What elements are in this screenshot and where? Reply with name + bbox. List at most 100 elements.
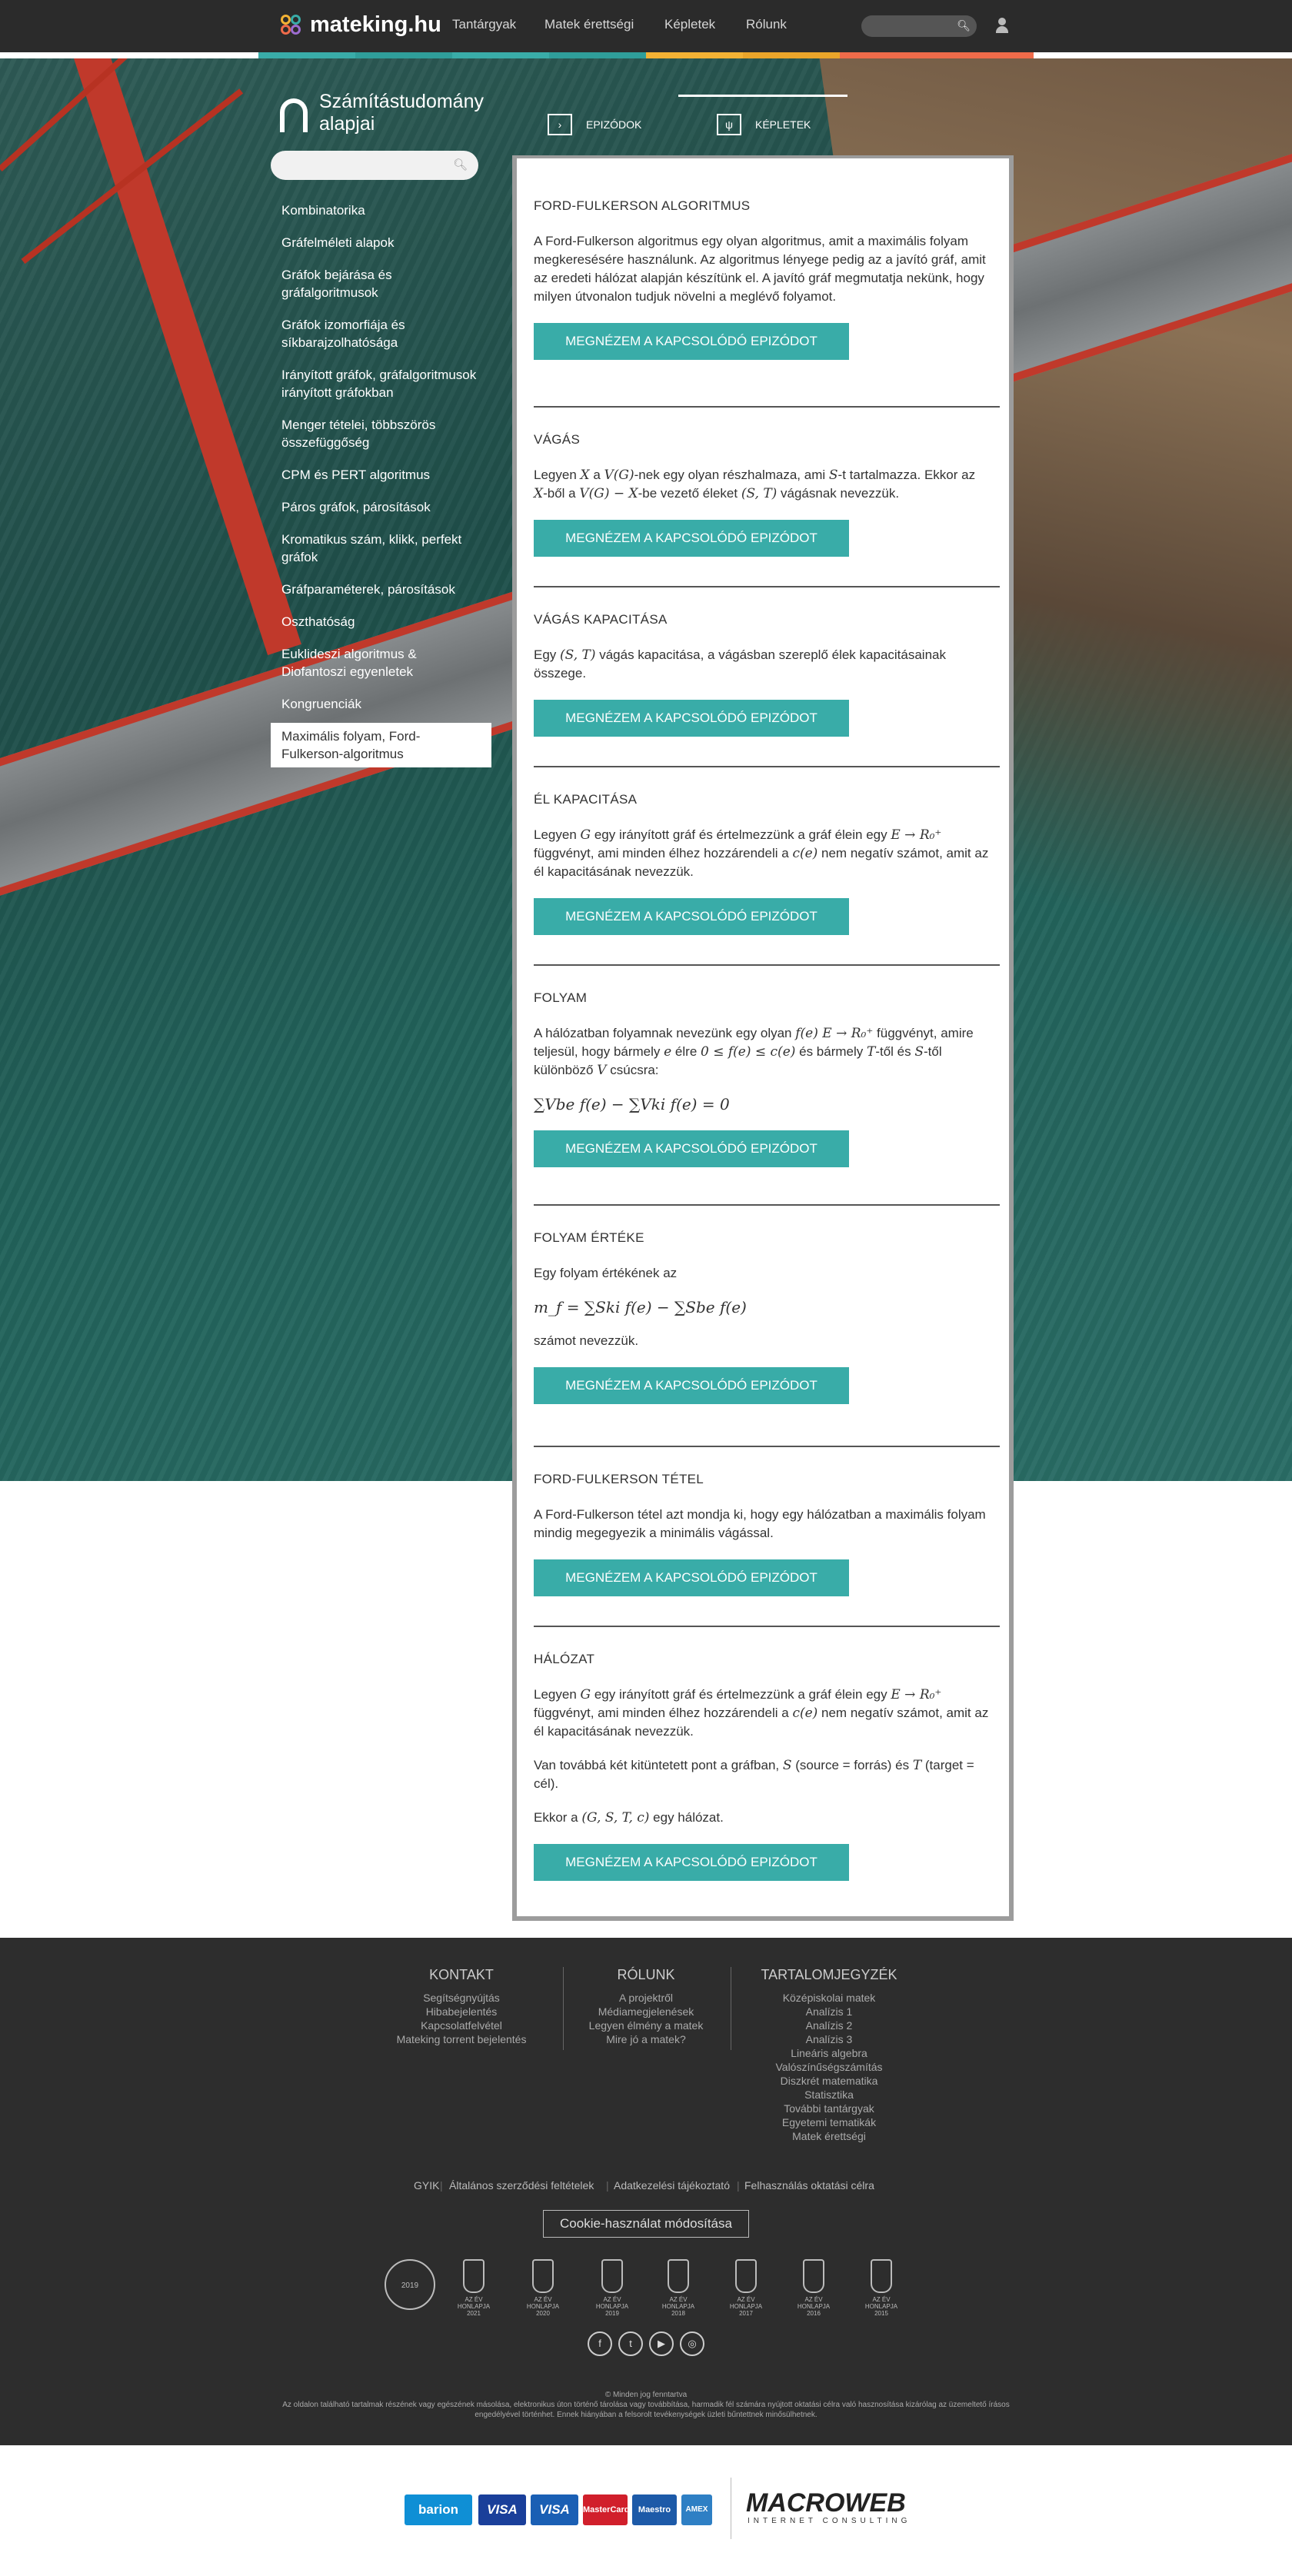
sidebar-menu: Kombinatorika Gráfelméleti alapok Gráfok…	[271, 197, 491, 773]
search-icon[interactable]: 🔍︎	[957, 19, 971, 32]
watch-episode-button[interactable]: MEGNÉZEM A KAPCSOLÓDÓ EPIZÓDOT	[534, 1367, 849, 1404]
visa-electron-logo: VISA	[531, 2494, 578, 2525]
tab-formulas[interactable]: ψ KÉPLETEK	[717, 114, 811, 135]
section-title: FORD-FULKERSON TÉTEL	[534, 1472, 704, 1486]
twitter-icon[interactable]: t	[618, 2331, 643, 2356]
footer-link[interactable]: Analízis 1	[738, 2005, 920, 2019]
sidebar-item-kromatikus-szam[interactable]: Kromatikus szám, klikk, perfekt gráfok	[271, 526, 491, 571]
color-stripe	[355, 52, 452, 58]
section-title: VÁGÁS KAPACITÁSA	[534, 612, 668, 627]
footer-link[interactable]: Segítségnyújtás	[361, 1991, 561, 2005]
tab-episodes[interactable]: › EPIZÓDOK	[548, 114, 641, 135]
watch-episode-button[interactable]: MEGNÉZEM A KAPCSOLÓDÓ EPIZÓDOT	[534, 1844, 849, 1881]
nav-kepletek[interactable]: Képletek	[664, 17, 715, 32]
footer-link[interactable]: Analízis 3	[738, 2032, 920, 2046]
sidebar-item-maximalis-folyam[interactable]: Maximális folyam, Ford-Fulkerson-algorit…	[271, 723, 491, 767]
watch-episode-button[interactable]: MEGNÉZEM A KAPCSOLÓDÓ EPIZÓDOT	[534, 1559, 849, 1596]
footer-link[interactable]: Médiamegjelenések	[569, 2005, 723, 2019]
active-tab-indicator	[678, 95, 847, 97]
sidebar-search-input[interactable]: 🔍︎	[271, 151, 478, 180]
color-stripe	[743, 52, 840, 58]
section-title: ÉL KAPACITÁSA	[534, 792, 638, 807]
sidebar-item-paros-grafok[interactable]: Páros gráfok, párosítások	[271, 494, 491, 521]
footer-link[interactable]: A projektről	[569, 1991, 723, 2005]
sidebar-item-kombinatorika[interactable]: Kombinatorika	[271, 197, 491, 224]
footer-separator	[563, 1967, 564, 2050]
sidebar-item-iranyitott-grafok[interactable]: Irányított gráfok, gráfalgoritmusok irán…	[271, 361, 491, 406]
formula-section: ÉL KAPACITÁSA Legyen G egy irányított gr…	[534, 792, 992, 935]
sidebar-item-grafok-izomorfiaja[interactable]: Gráfok izomorfiája és síkbarajzolhatóság…	[271, 311, 491, 356]
sidebar-item-oszthatosag[interactable]: Oszthatóság	[271, 608, 491, 635]
footer-link[interactable]: Hibabejelentés	[361, 2005, 561, 2019]
footer-link[interactable]: Egyetemi tematikák	[738, 2115, 920, 2129]
formulas-panel: FORD-FULKERSON ALGORITMUS A Ford-Fulkers…	[512, 155, 1014, 1921]
footer-legal-link-adatkezeles[interactable]: Adatkezelési tájékoztató	[614, 2179, 730, 2192]
sidebar-item-grafparameterek[interactable]: Gráfparaméterek, párosítások	[271, 576, 491, 603]
formula-section: HÁLÓZAT Legyen G egy irányított gráf és …	[534, 1652, 992, 1881]
section-title: HÁLÓZAT	[534, 1652, 595, 1666]
sidebar-item-euklideszi[interactable]: Euklideszi algoritmus & Diofantoszi egye…	[271, 641, 491, 685]
facebook-icon[interactable]: f	[588, 2331, 612, 2356]
top-navigation-bar: mateking.hu Tantárgyak Matek érettségi K…	[0, 0, 1292, 52]
sidebar-item-cpm-pert[interactable]: CPM és PERT algoritmus	[271, 461, 491, 488]
formula-section: FOLYAM A hálózatban folyamnak nevezünk e…	[534, 990, 992, 1167]
maestro-logo: Maestro	[632, 2494, 677, 2525]
section-text: számot nevezzük.	[534, 1333, 639, 1348]
section-text: Egy folyam értékének az	[534, 1266, 678, 1280]
amex-logo: AMEX	[681, 2494, 712, 2525]
instagram-icon[interactable]: ◎	[680, 2331, 704, 2356]
watch-episode-button[interactable]: MEGNÉZEM A KAPCSOLÓDÓ EPIZÓDOT	[534, 520, 849, 557]
footer-legal-separator: |	[606, 2179, 609, 2192]
psi-icon: ψ	[717, 114, 741, 135]
footer-link[interactable]: Mire jó a matek?	[569, 2032, 723, 2046]
section-title: FOLYAM	[534, 990, 588, 1005]
macroweb-subtitle: INTERNET CONSULTING	[748, 2517, 911, 2525]
section-text: Legyen G egy irányított gráf és értelmez…	[534, 827, 989, 879]
footer-link[interactable]: Legyen élmény a matek	[569, 2019, 723, 2032]
footer-legal-separator: |	[440, 2179, 443, 2192]
section-text: Van továbbá két kitüntetett pont a gráfb…	[534, 1758, 974, 1791]
footer-link[interactable]: Lineáris algebra	[738, 2046, 920, 2060]
footer-link[interactable]: Diszkrét matematika	[738, 2074, 920, 2088]
search-icon[interactable]: 🔍︎	[453, 158, 468, 171]
footer-legal-link-felhasznalas[interactable]: Felhasználás oktatási célra	[744, 2179, 874, 2192]
footer-link[interactable]: Középiskolai matek	[738, 1991, 920, 2005]
sidebar-item-grafok-bejarasa[interactable]: Gráfok bejárása és gráfalgoritmusok	[271, 261, 491, 306]
watch-episode-button[interactable]: MEGNÉZEM A KAPCSOLÓDÓ EPIZÓDOT	[534, 323, 849, 360]
nav-rolunk[interactable]: Rólunk	[746, 17, 787, 32]
header-search-input[interactable]: 🔍︎	[861, 15, 977, 37]
section-title: FOLYAM ÉRTÉKE	[534, 1230, 644, 1245]
section-text: Ekkor a (G, S, T, c) egy hálózat.	[534, 1810, 724, 1825]
subject-title: Számítástudomány alapjai	[319, 91, 484, 135]
footer-link[interactable]: Mateking torrent bejelentés	[361, 2032, 561, 2046]
watch-episode-button[interactable]: MEGNÉZEM A KAPCSOLÓDÓ EPIZÓDOT	[534, 1130, 849, 1167]
watch-episode-button[interactable]: MEGNÉZEM A KAPCSOLÓDÓ EPIZÓDOT	[534, 898, 849, 935]
footer-link[interactable]: Statisztika	[738, 2088, 920, 2102]
footer-link[interactable]: Kapcsolatfelvétel	[361, 2019, 561, 2032]
divider	[534, 964, 1000, 966]
footer-link[interactable]: Matek érettségi	[738, 2129, 920, 2143]
footer-link[interactable]: Valószínűségszámítás	[738, 2060, 920, 2074]
divider	[534, 1446, 1000, 1447]
cookie-settings-button[interactable]: Cookie-használat módosítása	[543, 2210, 749, 2238]
footer-legal-link-aszf[interactable]: Általános szerződési feltételek	[449, 2179, 594, 2192]
watch-episode-button[interactable]: MEGNÉZEM A KAPCSOLÓDÓ EPIZÓDOT	[534, 700, 849, 737]
footer-link[interactable]: További tantárgyak	[738, 2102, 920, 2115]
color-stripe	[646, 52, 743, 58]
divider	[534, 586, 1000, 587]
nav-matek-erettsegi[interactable]: Matek érettségi	[544, 17, 634, 32]
site-logo[interactable]: mateking.hu	[281, 12, 441, 38]
youtube-icon[interactable]: ▶	[649, 2331, 674, 2356]
footer-link[interactable]: Analízis 2	[738, 2019, 920, 2032]
user-account-icon[interactable]	[995, 15, 1009, 35]
section-text: Legyen G egy irányított gráf és értelmez…	[534, 1687, 989, 1739]
sidebar-item-menger-tetelei[interactable]: Menger tételei, többszörös összefüggőség	[271, 411, 491, 456]
disclaimer-text: engedélyével történhet. Ennek hiányában …	[475, 2411, 817, 2419]
sidebar-item-grafelmeleti-alapok[interactable]: Gráfelméleti alapok	[271, 229, 491, 256]
nav-tantargyak[interactable]: Tantárgyak	[452, 17, 516, 32]
logo-icon	[281, 14, 302, 36]
footer-contact-column: KONTAKT Segítségnyújtás Hibabejelentés K…	[361, 1967, 561, 2046]
award-cup-icon	[803, 2259, 824, 2293]
footer-legal-link-gyik[interactable]: GYIK	[414, 2179, 439, 2192]
sidebar-item-kongruenciak[interactable]: Kongruenciák	[271, 691, 491, 717]
